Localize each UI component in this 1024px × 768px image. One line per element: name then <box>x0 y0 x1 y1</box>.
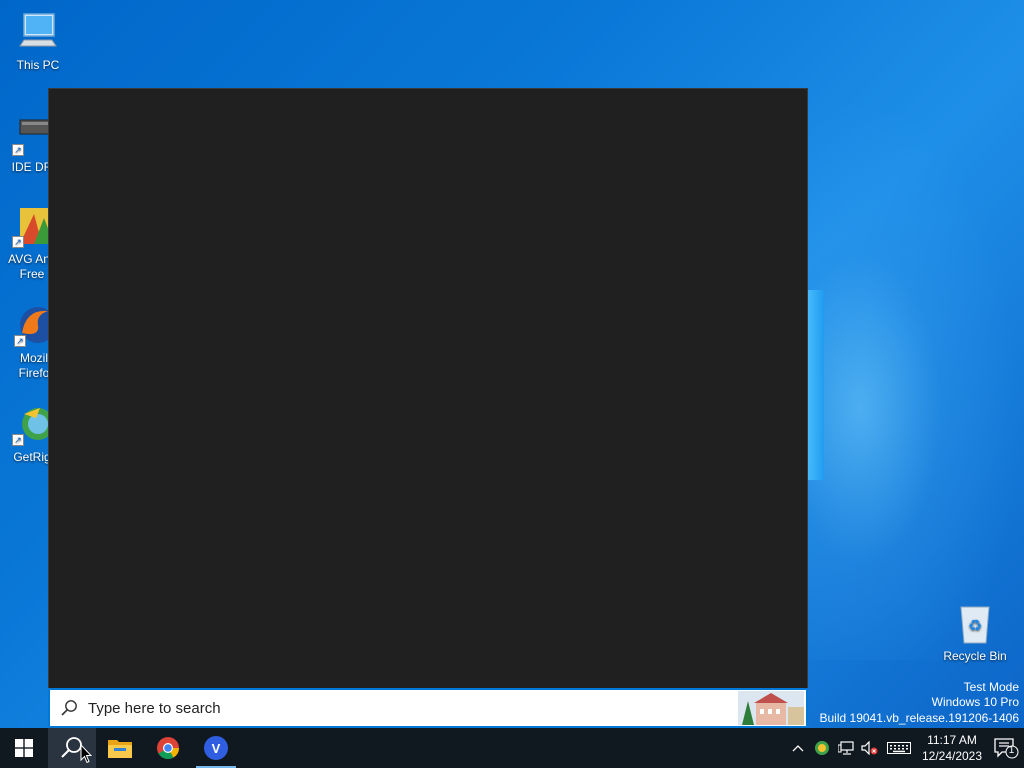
tray-app-icon[interactable] <box>810 728 834 768</box>
file-explorer-icon <box>108 740 132 758</box>
mouse-cursor-icon <box>80 744 92 764</box>
system-tray: 11:17 AM 12/24/2023 1 <box>786 728 1024 768</box>
shortcut-arrow-icon: ↗ <box>12 236 24 248</box>
clock-time: 11:17 AM <box>927 733 977 747</box>
this-pc-icon <box>16 10 60 54</box>
search-icon <box>50 699 88 717</box>
desktop-icon-this-pc[interactable]: This PC <box>0 10 76 73</box>
volume-muted-icon[interactable] <box>858 728 882 768</box>
wallpaper-beam <box>790 100 1024 660</box>
taskbar-chrome[interactable] <box>144 728 192 768</box>
watermark-line: Build 19041.vb_release.191206-1406 <box>819 710 1020 725</box>
keyboard-icon[interactable] <box>882 728 916 768</box>
watermark-line: Windows 10 Pro <box>931 695 1019 709</box>
taskbar-clock[interactable]: 11:17 AM 12/24/2023 <box>916 732 988 764</box>
network-icon[interactable] <box>834 728 858 768</box>
chrome-icon <box>157 737 179 759</box>
action-center-button[interactable]: 1 <box>988 728 1024 768</box>
taskbar: V 11:17 AM 12/24/2023 1 <box>0 728 1024 768</box>
shortcut-arrow-icon: ↗ <box>12 434 24 446</box>
desktop-icon-recycle-bin[interactable]: ♻ Recycle Bin <box>937 601 1013 664</box>
watermark-line: Test Mode <box>963 679 1019 694</box>
wallpaper-beam-bar <box>806 290 824 480</box>
search-flyout-panel <box>48 88 808 728</box>
shortcut-arrow-icon: ↗ <box>14 335 26 347</box>
search-highlight-image[interactable] <box>738 691 804 725</box>
notification-count-badge: 1 <box>1008 745 1015 756</box>
taskbar-search-box[interactable] <box>48 688 808 728</box>
chevron-up-icon[interactable] <box>786 728 810 768</box>
clock-date: 12/24/2023 <box>921 749 983 763</box>
test-mode-watermark: Test Mode Windows 10 Pro Build 19041.vb_… <box>820 680 1020 727</box>
taskbar-v-app[interactable]: V <box>192 728 240 768</box>
taskbar-file-explorer[interactable] <box>96 728 144 768</box>
desktop-icon-label: This PC <box>16 58 60 72</box>
v-app-icon: V <box>204 736 228 760</box>
shortcut-arrow-icon: ↗ <box>12 144 24 156</box>
search-input[interactable] <box>88 690 738 726</box>
desktop-icon-label: GetRig <box>13 450 51 464</box>
start-button[interactable] <box>0 728 48 768</box>
desktop-icon-label: Recycle Bin <box>943 649 1007 663</box>
svg-text:♻: ♻ <box>968 616 982 635</box>
windows-start-icon <box>15 739 33 757</box>
desktop-icon-label: IDE DR <box>11 160 53 174</box>
recycle-bin-icon: ♻ <box>953 601 997 645</box>
svg-text:V: V <box>212 741 221 756</box>
